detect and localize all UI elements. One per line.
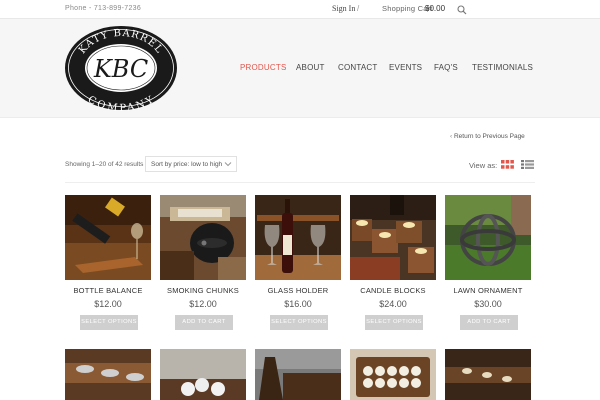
nav-testimonials[interactable]: TESTIMONIALS (472, 63, 533, 72)
product-name[interactable]: GLASS HOLDER (255, 286, 341, 295)
nav-products[interactable]: PRODUCTS (240, 63, 287, 72)
product-name[interactable]: BOTTLE BALANCE (65, 286, 151, 295)
product-image[interactable] (350, 349, 436, 400)
product-image[interactable] (445, 349, 531, 400)
product-image[interactable] (445, 195, 531, 280)
site-header: KATY BARREL COMPANY KBC PRODUCTS ABOUT C… (0, 19, 600, 118)
sort-select[interactable]: Sort by price: low to high (145, 156, 237, 172)
product-name[interactable]: CANDLE BLOCKS (350, 286, 436, 295)
sort-selected-value: Sort by price: low to high (151, 161, 223, 168)
add-to-cart-button[interactable]: ADD TO CART (460, 315, 518, 330)
product-card: GLASS HOLDER $16.00 SELECT OPTIONS (255, 195, 341, 335)
product-image[interactable] (160, 195, 246, 280)
product-image[interactable] (350, 195, 436, 280)
return-link-label: Return to Previous Page (453, 133, 525, 140)
return-link[interactable]: ‹ Return to Previous Page (450, 133, 525, 140)
logo-monogram: KBC (93, 55, 148, 83)
nav-events[interactable]: EVENTS (389, 63, 422, 72)
product-image[interactable] (65, 195, 151, 280)
select-options-button[interactable]: SELECT OPTIONS (80, 315, 138, 330)
select-options-button[interactable]: SELECT OPTIONS (270, 315, 328, 330)
nav-contact[interactable]: CONTACT (338, 63, 377, 72)
cart-total[interactable]: $0.00 (425, 4, 445, 13)
search-icon[interactable] (457, 5, 467, 15)
product-image[interactable] (255, 195, 341, 280)
product-price: $24.00 (379, 299, 407, 309)
select-options-button[interactable]: SELECT OPTIONS (365, 315, 423, 330)
product-card: SMOKING CHUNKS $12.00 ADD TO CART (160, 195, 246, 335)
product-image[interactable] (160, 349, 246, 400)
nav-about[interactable]: ABOUT (296, 63, 325, 72)
top-bar: Phone - 713-899-7236 Sign In / Shopping … (0, 0, 600, 19)
sign-in-link[interactable]: Sign In (332, 4, 355, 13)
product-price: $12.00 (94, 299, 122, 309)
separator: / (357, 4, 360, 13)
product-card: BOTTLE BALANCE $12.00 SELECT OPTIONS (65, 195, 151, 335)
result-count: Showing 1–20 of 42 results (65, 161, 144, 168)
list-view-icon[interactable] (521, 160, 534, 169)
product-price: $12.00 (189, 299, 217, 309)
product-card: LAWN ORNAMENT $30.00 ADD TO CART (445, 195, 531, 335)
product-card: CANDLE BLOCKS $24.00 SELECT OPTIONS (350, 195, 436, 335)
nav-faqs[interactable]: FAQ'S (434, 63, 458, 72)
product-image[interactable] (255, 349, 341, 400)
product-image[interactable] (65, 349, 151, 400)
add-to-cart-button[interactable]: ADD TO CART (175, 315, 233, 330)
divider (65, 182, 535, 183)
logo[interactable]: KATY BARREL COMPANY KBC (64, 25, 178, 111)
product-price: $16.00 (284, 299, 312, 309)
product-name[interactable]: SMOKING CHUNKS (160, 286, 246, 295)
chevron-down-icon (224, 162, 232, 167)
product-name[interactable]: LAWN ORNAMENT (445, 286, 531, 295)
view-as-label: View as: (469, 161, 498, 170)
product-price: $30.00 (474, 299, 502, 309)
grid-view-icon[interactable] (501, 160, 514, 169)
phone-number: Phone - 713-899-7236 (65, 5, 142, 12)
